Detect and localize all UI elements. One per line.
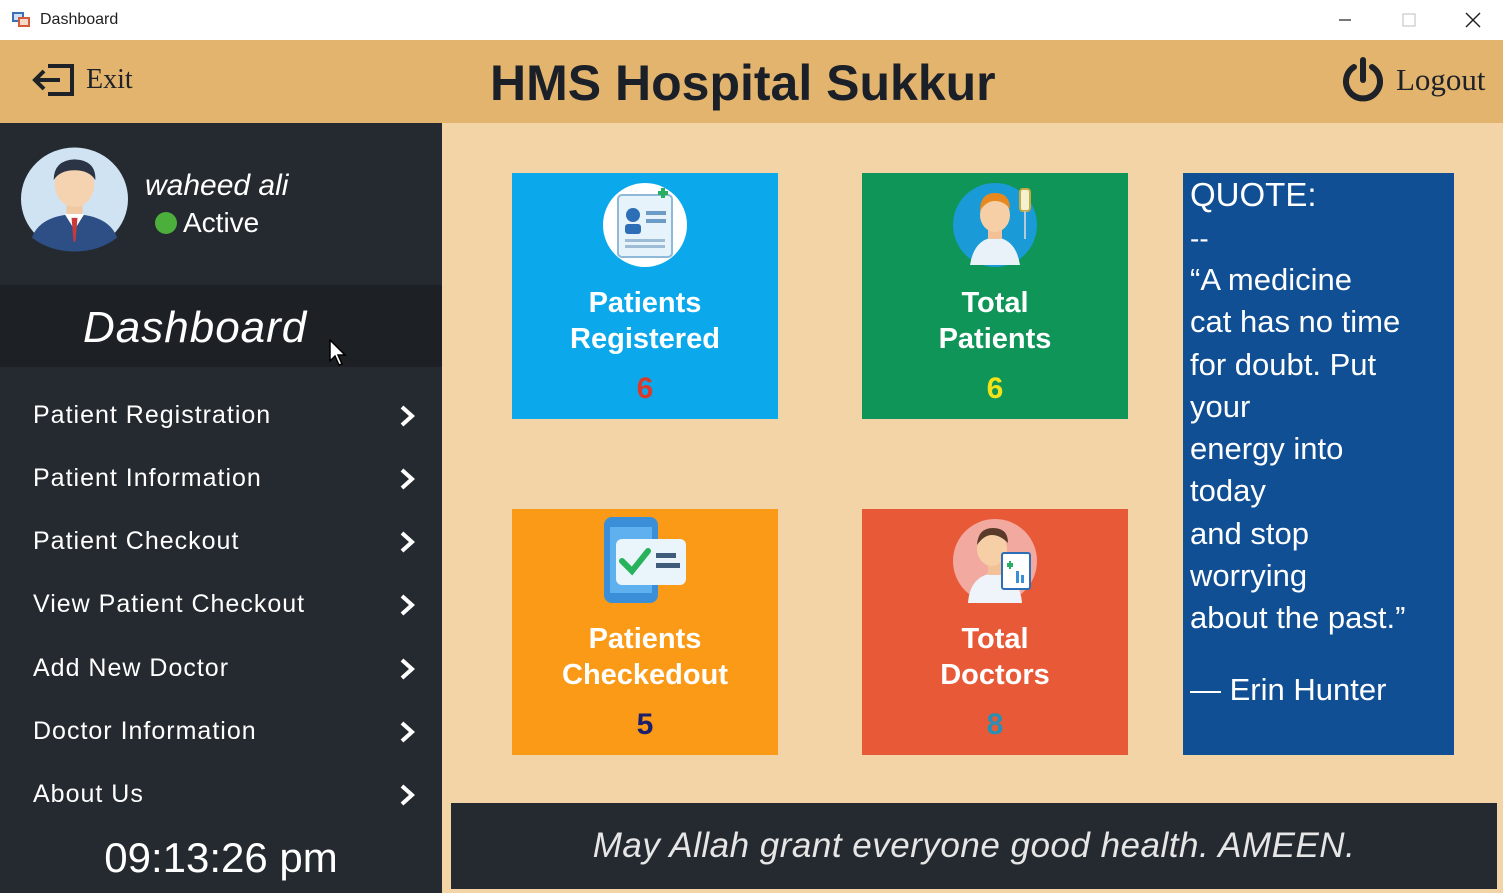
chevron-right-icon xyxy=(400,405,415,427)
quote-text: “A medicine cat has no time for doubt. P… xyxy=(1190,259,1452,640)
quote-line: today xyxy=(1190,473,1266,509)
sidebar-item-patient-information[interactable]: Patient Information xyxy=(0,447,442,510)
quote-separator: -- xyxy=(1190,223,1209,254)
checklist-phone-icon xyxy=(604,517,686,603)
card-title: Patients Registered xyxy=(570,287,720,355)
sidebar-item-label: Patient Checkout xyxy=(33,527,240,555)
power-icon xyxy=(1343,57,1383,102)
quote-line: “A medicine xyxy=(1190,262,1352,297)
maximize-icon xyxy=(1402,13,1416,27)
quote-line: for doubt. Put xyxy=(1190,346,1377,382)
sidebar-item-view-patient-checkout[interactable]: View Patient Checkout xyxy=(0,573,442,636)
patient-record-icon xyxy=(603,183,687,267)
sidebar-item-label: View Patient Checkout xyxy=(33,590,306,618)
quote-author: — Erin Hunter xyxy=(1190,672,1387,707)
card-count: 8 xyxy=(986,708,1004,741)
quote-line: your xyxy=(1190,388,1251,424)
sidebar-item-doctor-information[interactable]: Doctor Information xyxy=(0,700,442,763)
patient-iv-icon xyxy=(953,183,1037,267)
exit-button[interactable]: Exit xyxy=(32,58,133,102)
close-button[interactable] xyxy=(1441,0,1503,40)
chevron-right-icon xyxy=(400,784,415,806)
exit-label: Exit xyxy=(86,64,133,95)
page-title: HMS Hospital Sukkur xyxy=(490,55,996,111)
logout-button[interactable]: Logout xyxy=(1340,56,1486,104)
sidebar-item-patient-checkout[interactable]: Patient Checkout xyxy=(0,510,442,573)
card-title: Patients Checkedout xyxy=(562,623,728,691)
quote-line: about the past.” xyxy=(1190,600,1406,636)
quote-line: energy into xyxy=(1190,431,1344,467)
card-patients-registered[interactable]: Patients Registered 6 xyxy=(512,173,778,419)
quote-line: worrying xyxy=(1190,558,1308,594)
quote-heading: QUOTE: xyxy=(1190,176,1317,213)
status-label: Active xyxy=(183,207,260,238)
app-window-icon xyxy=(12,12,30,27)
chevron-right-icon xyxy=(400,531,415,553)
sidebar-item-dashboard-label: Dashboard xyxy=(83,303,308,352)
sidebar-item-label: Add New Doctor xyxy=(33,654,230,682)
clock: 09:13:26 pm xyxy=(104,834,338,881)
card-count: 6 xyxy=(986,372,1004,405)
minimize-button[interactable] xyxy=(1313,0,1377,40)
sidebar-item-about-us[interactable]: About Us xyxy=(0,763,442,826)
window-title: Dashboard xyxy=(40,11,119,28)
card-count: 6 xyxy=(636,372,654,405)
quote-line: cat has no time xyxy=(1190,304,1401,340)
sidebar-item-add-new-doctor[interactable]: Add New Doctor xyxy=(0,637,442,700)
doctor-icon xyxy=(953,519,1037,603)
sidebar-item-label: About Us xyxy=(33,780,144,808)
user-avatar-icon xyxy=(20,147,129,252)
card-total-patients[interactable]: Total Patients 6 xyxy=(862,173,1128,419)
footer-message: May Allah grant everyone good health. AM… xyxy=(592,826,1356,865)
sidebar-item-label: Patient Registration xyxy=(33,401,272,429)
chevron-right-icon xyxy=(400,721,415,743)
card-title: Total Patients xyxy=(938,287,1052,355)
chevron-right-icon xyxy=(400,468,415,490)
card-title: Total Doctors xyxy=(940,623,1050,691)
sidebar-item-patient-registration[interactable]: Patient Registration xyxy=(0,384,442,447)
card-total-doctors[interactable]: Total Doctors 8 xyxy=(862,509,1128,755)
card-patients-checkedout[interactable]: Patients Checkedout 5 xyxy=(512,509,778,755)
status-indicator xyxy=(155,212,177,234)
chevron-right-icon xyxy=(400,658,415,680)
card-count: 5 xyxy=(636,708,654,741)
logout-label: Logout xyxy=(1396,62,1486,97)
close-icon xyxy=(1465,12,1481,28)
mouse-cursor-icon xyxy=(329,339,347,366)
sidebar-item-label: Doctor Information xyxy=(33,717,257,745)
chevron-right-icon xyxy=(400,594,415,616)
exit-door-arrow-icon xyxy=(32,64,74,96)
maximize-button[interactable] xyxy=(1377,0,1441,40)
sidebar-item-label: Patient Information xyxy=(33,464,262,492)
quote-line: and stop xyxy=(1190,515,1309,551)
user-name: waheed ali xyxy=(145,169,289,202)
window-titlebar xyxy=(0,0,1503,40)
minimize-icon xyxy=(1339,19,1351,21)
